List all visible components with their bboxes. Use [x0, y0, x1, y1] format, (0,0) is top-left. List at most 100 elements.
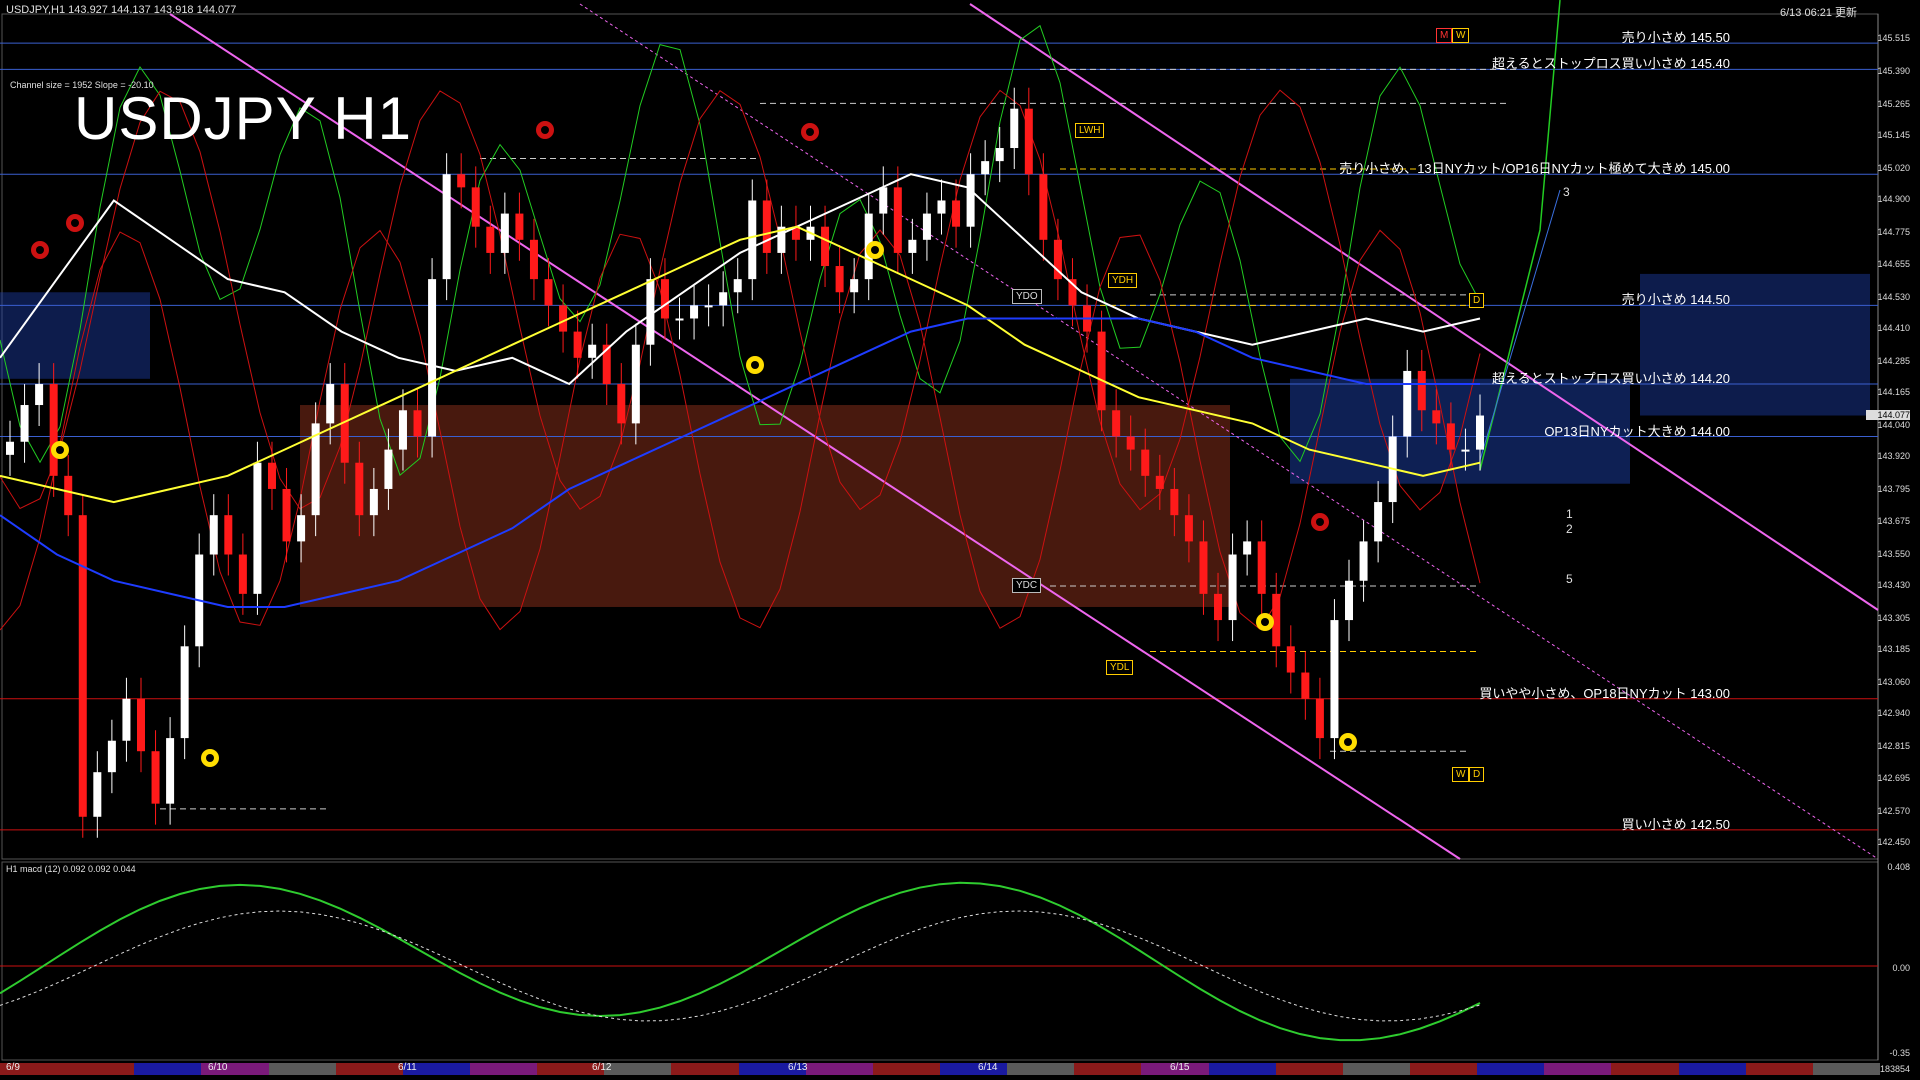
- candle-body: [995, 148, 1004, 162]
- price-tick: 145.265: [1877, 98, 1910, 109]
- price-tick: 143.060: [1877, 677, 1910, 688]
- candle-body: [515, 213, 524, 240]
- price-tick: 145.390: [1877, 65, 1910, 76]
- price-tick: 144.165: [1877, 387, 1910, 398]
- candle-body: [6, 441, 14, 455]
- candle-body: [442, 174, 451, 280]
- candle-body: [733, 279, 742, 293]
- price-tick: 142.450: [1877, 837, 1910, 847]
- candle-body: [1039, 174, 1048, 240]
- candle-body: [369, 488, 378, 516]
- date-segment: [805, 1063, 873, 1075]
- candle-body: [180, 646, 189, 739]
- candle-body: [471, 187, 480, 227]
- candle-body: [1097, 331, 1106, 411]
- date-segment: [67, 1063, 135, 1075]
- candle-body: [35, 384, 44, 406]
- candle-body: [151, 751, 160, 804]
- candle-body: [267, 462, 276, 489]
- date-segment: [1745, 1063, 1813, 1075]
- signal-icon-inner: [1316, 518, 1324, 526]
- candle-body: [49, 384, 58, 476]
- date-segment: [671, 1063, 739, 1075]
- level-annotation: OP13日NYカット大きめ 144.00: [1544, 423, 1730, 439]
- macd-axis-zero: 0.00: [1892, 963, 1910, 973]
- candle-body: [224, 515, 233, 555]
- date-label: 6/11: [398, 1062, 417, 1073]
- signal-icon-inner: [56, 446, 64, 454]
- date-label: 6/10: [208, 1062, 228, 1073]
- macd-axis-top: 0.408: [1887, 862, 1910, 872]
- date-label: 6/15: [1170, 1062, 1190, 1073]
- candle-body: [1184, 515, 1193, 542]
- candle-body: [20, 405, 29, 442]
- date-label: 6/14: [978, 1062, 998, 1073]
- current-price: 144.077: [1866, 410, 1910, 421]
- macd-label: H1 macd (12) 0.092 0.092 0.044: [6, 864, 136, 874]
- level-annotation: 買い小さめ 142.50: [1621, 816, 1730, 832]
- date-segment: [1544, 1063, 1612, 1075]
- candle-body: [355, 462, 364, 516]
- date-bar: [0, 1063, 1880, 1075]
- candle-body: [428, 279, 437, 437]
- signal-icon-inner: [806, 128, 814, 136]
- candle-body: [588, 344, 597, 358]
- candle-body: [1214, 593, 1223, 621]
- candle-body: [719, 292, 728, 306]
- signal-icon-inner: [871, 246, 879, 254]
- candle-body: [1330, 620, 1339, 739]
- price-tick: 142.940: [1877, 708, 1910, 719]
- candle-body: [544, 279, 553, 306]
- candle-body: [1432, 410, 1441, 424]
- candle-body: [835, 266, 844, 293]
- candle-body: [1417, 370, 1426, 411]
- candle-body: [1476, 415, 1484, 450]
- price-tick: 142.570: [1877, 805, 1910, 816]
- candle-body: [704, 305, 713, 308]
- candle-body: [966, 174, 975, 227]
- candle-body: [1170, 488, 1179, 516]
- date-segment: [1342, 1063, 1410, 1075]
- signal-icon-inner: [541, 126, 549, 134]
- candle-body: [573, 331, 582, 358]
- candle-body: [937, 200, 946, 214]
- date-segment: [1409, 1063, 1478, 1075]
- candle-body: [209, 515, 218, 555]
- level-annotation: 売り小さめ、13日NYカット/OP16日NYカット極めて大きめ 145.00: [1339, 161, 1730, 177]
- candle-body: [1315, 698, 1324, 739]
- candle-body: [762, 200, 771, 253]
- level-annotation: 売り小さめ 145.50: [1621, 30, 1730, 46]
- candle-body: [1286, 646, 1295, 673]
- price-tick: 143.430: [1877, 579, 1910, 590]
- w-marker-bottom: W: [1452, 767, 1470, 782]
- price-tick: 145.515: [1877, 33, 1910, 44]
- signal-icon-inner: [36, 246, 44, 254]
- candle-body: [529, 239, 538, 280]
- price-tick: 144.040: [1877, 420, 1910, 430]
- price-tick: 143.185: [1877, 644, 1910, 655]
- date-segment: [1678, 1063, 1746, 1075]
- candle-body: [850, 279, 859, 293]
- date-label: 6/9: [6, 1062, 20, 1073]
- candle-body: [922, 213, 931, 240]
- candle-body: [908, 239, 917, 253]
- price-tick: 144.530: [1877, 291, 1910, 302]
- date-segment: [872, 1063, 940, 1075]
- candle-body: [78, 515, 87, 817]
- candle-body: [1228, 554, 1237, 621]
- price-tick: 143.920: [1877, 451, 1910, 462]
- candle-body: [384, 449, 393, 489]
- date-segment: [268, 1063, 336, 1075]
- candle-body: [617, 384, 626, 424]
- candle-body: [1359, 541, 1368, 581]
- candle-body: [1301, 672, 1310, 699]
- ydh-marker: YDH: [1108, 273, 1138, 288]
- date-label: 6/12: [592, 1062, 612, 1073]
- candle-body: [282, 488, 291, 542]
- lwh-marker: LWH: [1075, 123, 1105, 138]
- ydo-marker: YDO: [1012, 289, 1042, 304]
- candle-body: [559, 305, 568, 332]
- date-segment: [134, 1063, 202, 1075]
- price-tick: 142.815: [1877, 741, 1910, 752]
- price-tick: 144.775: [1877, 227, 1910, 238]
